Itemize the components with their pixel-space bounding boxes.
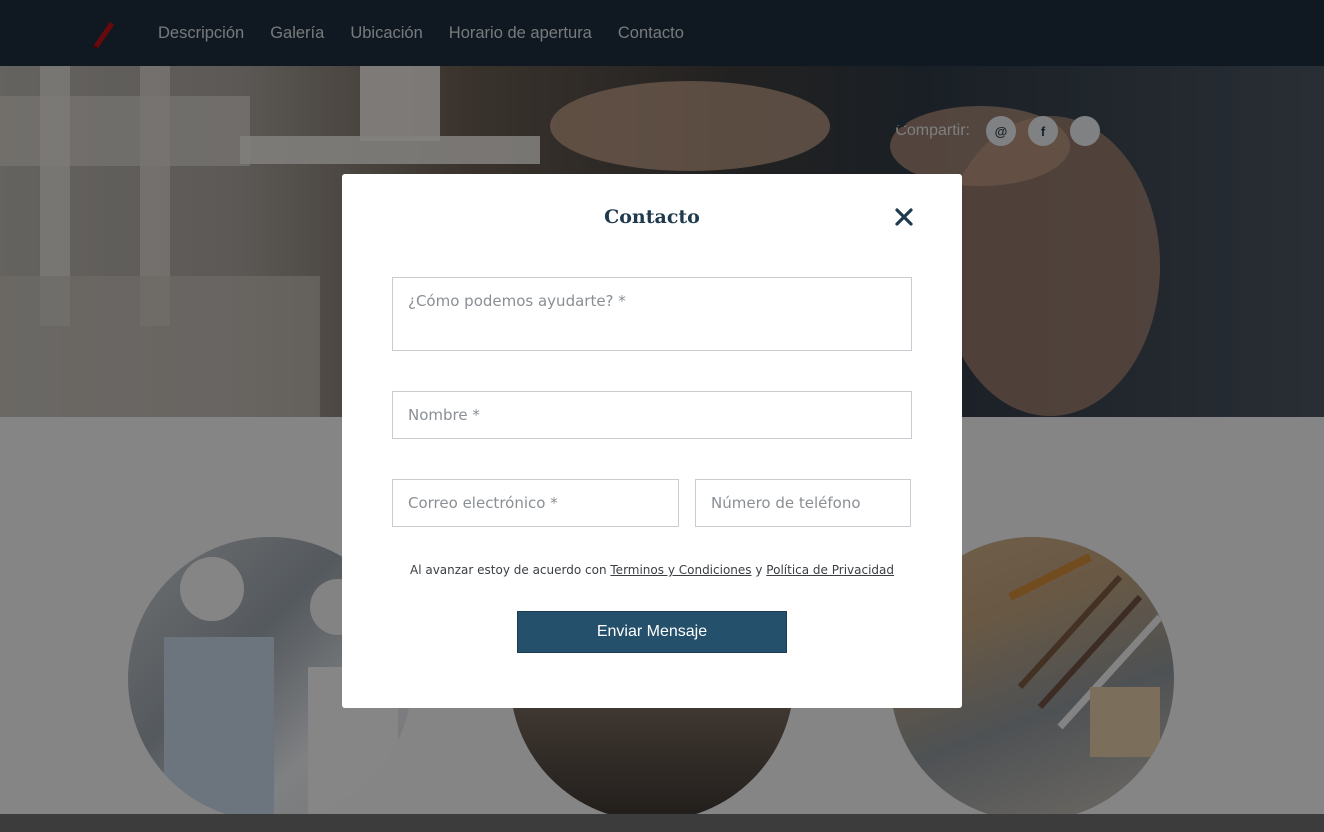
email-field[interactable] bbox=[392, 479, 679, 527]
terms-conjunction: y bbox=[755, 563, 763, 577]
phone-field[interactable] bbox=[695, 479, 911, 527]
terms-prefix: Al avanzar estoy de acuerdo con bbox=[409, 563, 607, 577]
terms-notice: Al avanzar estoy de acuerdo con Terminos… bbox=[342, 563, 962, 577]
modal-title: Contacto bbox=[604, 206, 700, 228]
help-message-field[interactable] bbox=[392, 277, 912, 351]
terms-link[interactable]: Terminos y Condiciones bbox=[610, 563, 751, 577]
name-field[interactable] bbox=[392, 391, 912, 439]
contact-modal: Contacto Al avanzar estoy de acuerdo con… bbox=[342, 174, 962, 708]
send-message-button[interactable]: Enviar Mensaje bbox=[517, 611, 787, 653]
close-icon[interactable] bbox=[892, 205, 916, 229]
privacy-link[interactable]: Política de Privacidad bbox=[766, 563, 894, 577]
